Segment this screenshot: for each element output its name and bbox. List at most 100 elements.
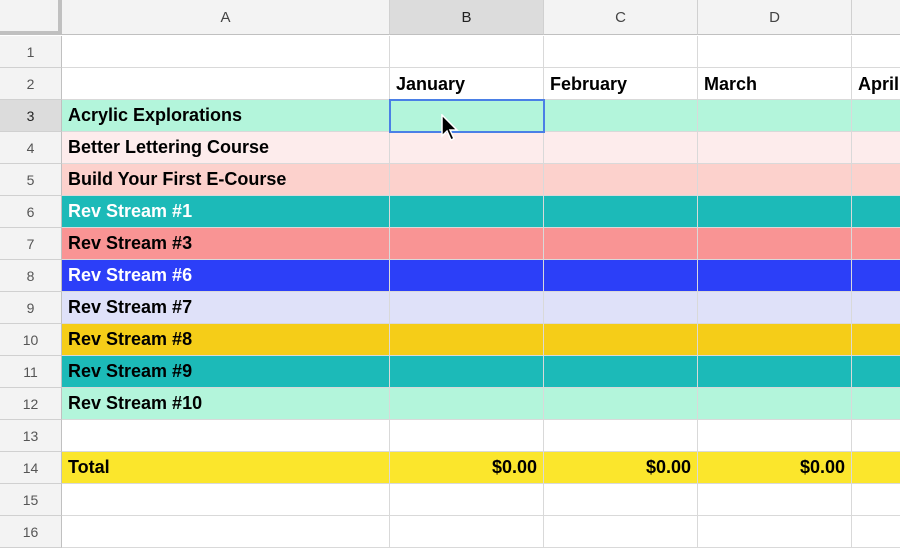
cell-d10[interactable] [698, 324, 852, 356]
cell-a6[interactable]: Rev Stream #1 [62, 196, 390, 228]
cell-a1[interactable] [62, 36, 390, 68]
column-header-a[interactable]: A [62, 0, 390, 35]
cell-a14[interactable]: Total [62, 452, 390, 484]
cell-d7[interactable] [698, 228, 852, 260]
cell-c13[interactable] [544, 420, 698, 452]
cell-a5[interactable]: Build Your First E-Course [62, 164, 390, 196]
cell-d6[interactable] [698, 196, 852, 228]
row-header-1[interactable]: 1 [0, 36, 62, 68]
cell-e12[interactable] [852, 388, 900, 420]
cell-d8[interactable] [698, 260, 852, 292]
column-header-b[interactable]: B [390, 0, 544, 35]
cell-d4[interactable] [698, 132, 852, 164]
cell-d9[interactable] [698, 292, 852, 324]
cell-e13[interactable] [852, 420, 900, 452]
row-header-15[interactable]: 15 [0, 484, 62, 516]
row-header-10[interactable]: 10 [0, 324, 62, 356]
cell-c7[interactable] [544, 228, 698, 260]
cell-b7[interactable] [390, 228, 544, 260]
cell-e5[interactable] [852, 164, 900, 196]
cell-c1[interactable] [544, 36, 698, 68]
column-header-d[interactable]: D [698, 0, 852, 35]
row-header-13[interactable]: 13 [0, 420, 62, 452]
cell-d16[interactable] [698, 516, 852, 548]
cell-a16[interactable] [62, 516, 390, 548]
cell-d15[interactable] [698, 484, 852, 516]
cell-c6[interactable] [544, 196, 698, 228]
cell-e11[interactable] [852, 356, 900, 388]
cell-c14[interactable]: $0.00 [544, 452, 698, 484]
cell-b9[interactable] [390, 292, 544, 324]
cell-b6[interactable] [390, 196, 544, 228]
cell-c3[interactable] [544, 100, 698, 132]
row-header-2[interactable]: 2 [0, 68, 62, 100]
row-header-9[interactable]: 9 [0, 292, 62, 324]
cell-c16[interactable] [544, 516, 698, 548]
cell-c12[interactable] [544, 388, 698, 420]
row-header-14[interactable]: 14 [0, 452, 62, 484]
cell-b11[interactable] [390, 356, 544, 388]
row-header-4[interactable]: 4 [0, 132, 62, 164]
cell-a13[interactable] [62, 420, 390, 452]
cell-e1[interactable] [852, 36, 900, 68]
cell-a15[interactable] [62, 484, 390, 516]
cell-c10[interactable] [544, 324, 698, 356]
cell-e15[interactable] [852, 484, 900, 516]
cell-e16[interactable] [852, 516, 900, 548]
cell-e4[interactable] [852, 132, 900, 164]
cell-c2[interactable]: February [544, 68, 698, 100]
row-header-8[interactable]: 8 [0, 260, 62, 292]
cell-e9[interactable] [852, 292, 900, 324]
cell-b10[interactable] [390, 324, 544, 356]
row-header-5[interactable]: 5 [0, 164, 62, 196]
cell-e7[interactable] [852, 228, 900, 260]
select-all-corner[interactable] [0, 0, 62, 35]
column-header-e[interactable] [852, 0, 900, 35]
cell-c4[interactable] [544, 132, 698, 164]
row-header-6[interactable]: 6 [0, 196, 62, 228]
cell-c11[interactable] [544, 356, 698, 388]
cell-b1[interactable] [390, 36, 544, 68]
cell-d12[interactable] [698, 388, 852, 420]
cell-a12[interactable]: Rev Stream #10 [62, 388, 390, 420]
cell-a9[interactable]: Rev Stream #7 [62, 292, 390, 324]
row-header-3[interactable]: 3 [0, 100, 62, 132]
cell-d11[interactable] [698, 356, 852, 388]
cell-e8[interactable] [852, 260, 900, 292]
cell-c8[interactable] [544, 260, 698, 292]
cell-b12[interactable] [390, 388, 544, 420]
cell-b14[interactable]: $0.00 [390, 452, 544, 484]
cell-d1[interactable] [698, 36, 852, 68]
cell-d5[interactable] [698, 164, 852, 196]
cell-b2[interactable]: January [390, 68, 544, 100]
cell-b8[interactable] [390, 260, 544, 292]
cell-e3[interactable] [852, 100, 900, 132]
cell-a3[interactable]: Acrylic Explorations [62, 100, 390, 132]
cell-e10[interactable] [852, 324, 900, 356]
cell-a11[interactable]: Rev Stream #9 [62, 356, 390, 388]
cell-d3[interactable] [698, 100, 852, 132]
row-header-11[interactable]: 11 [0, 356, 62, 388]
cell-d2[interactable]: March [698, 68, 852, 100]
cell-a4[interactable]: Better Lettering Course [62, 132, 390, 164]
cell-a10[interactable]: Rev Stream #8 [62, 324, 390, 356]
row-header-16[interactable]: 16 [0, 516, 62, 548]
cell-b16[interactable] [390, 516, 544, 548]
cell-b4[interactable] [390, 132, 544, 164]
cell-e14[interactable] [852, 452, 900, 484]
cell-e6[interactable] [852, 196, 900, 228]
column-header-c[interactable]: C [544, 0, 698, 35]
cell-d14[interactable]: $0.00 [698, 452, 852, 484]
cell-c9[interactable] [544, 292, 698, 324]
cell-a7[interactable]: Rev Stream #3 [62, 228, 390, 260]
cell-b5[interactable] [390, 164, 544, 196]
cell-a8[interactable]: Rev Stream #6 [62, 260, 390, 292]
cell-c15[interactable] [544, 484, 698, 516]
cell-c5[interactable] [544, 164, 698, 196]
cell-e2[interactable]: April [852, 68, 900, 100]
cell-a2[interactable] [62, 68, 390, 100]
row-header-12[interactable]: 12 [0, 388, 62, 420]
cell-b13[interactable] [390, 420, 544, 452]
cell-b15[interactable] [390, 484, 544, 516]
cell-d13[interactable] [698, 420, 852, 452]
